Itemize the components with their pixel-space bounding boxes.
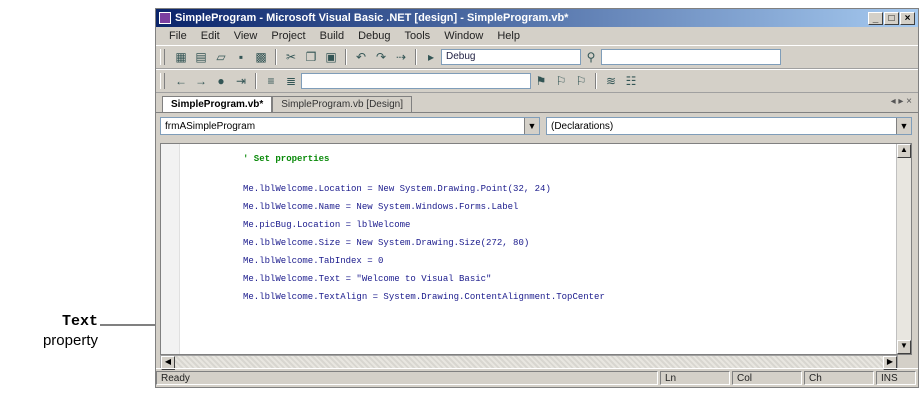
ide-window: SimpleProgram - Microsoft Visual Basic .… — [155, 8, 919, 388]
breakpoint-icon[interactable]: ● — [214, 74, 228, 88]
toolbar-grip[interactable] — [160, 73, 165, 89]
next-bookmark-icon[interactable]: ⚐ — [554, 74, 568, 88]
toolbar-separator — [595, 73, 597, 89]
code-navigation-bar: frmASimpleProgram ▼ (Declarations) ▼ — [156, 113, 918, 139]
class-name-value: frmASimpleProgram — [165, 120, 256, 132]
code-comment: ' Set properties — [243, 154, 330, 164]
document-tabs: SimpleProgram.vb* SimpleProgram.vb [Desi… — [156, 93, 918, 113]
copy-icon[interactable]: ❐ — [304, 50, 318, 64]
comment-icon[interactable]: ≡ — [264, 74, 278, 88]
new-project-icon[interactable]: ▦ — [174, 50, 188, 64]
code-line: Me.picBug.Location = lblWelcome — [243, 220, 411, 230]
properties-icon[interactable]: ☷ — [624, 74, 638, 88]
back-icon[interactable]: ← — [174, 74, 188, 88]
chevron-down-icon[interactable]: ▼ — [524, 118, 539, 134]
status-text: Ready — [156, 371, 658, 385]
text-editor-toolbar: ← → ● ⇥ ≡ ≣ ⚑ ⚐ ⚐ ≋ ☷ — [156, 69, 918, 93]
cut-icon[interactable]: ✂ — [284, 50, 298, 64]
find-icon[interactable]: ⚲ — [584, 50, 598, 64]
code-line: Me.lblWelcome.Location = New System.Draw… — [243, 184, 551, 194]
status-column: Col — [732, 371, 802, 385]
status-char: Ch — [804, 371, 874, 385]
method-name-value: (Declarations) — [551, 120, 614, 132]
menu-edit[interactable]: Edit — [194, 30, 227, 42]
code-line: Me.lblWelcome.Size = New System.Drawing.… — [243, 238, 530, 248]
tab-controls[interactable]: ◂ ▸ × — [891, 96, 912, 107]
menu-project[interactable]: Project — [264, 30, 312, 42]
menu-tools[interactable]: Tools — [398, 30, 438, 42]
maximize-button[interactable]: □ — [884, 11, 899, 25]
code-line: Me.lblWelcome.TabIndex = 0 — [243, 256, 384, 266]
minimize-button[interactable]: _ — [868, 11, 883, 25]
method-name-combo[interactable]: (Declarations) ▼ — [546, 117, 912, 135]
toolbar-separator — [255, 73, 257, 89]
tab-code[interactable]: SimpleProgram.vb* — [162, 96, 273, 112]
undo-icon[interactable]: ↶ — [354, 50, 368, 64]
find-combo[interactable] — [601, 49, 781, 65]
open-icon[interactable]: ▱ — [214, 50, 228, 64]
vertical-scrollbar[interactable]: ▲ ▼ — [896, 144, 911, 354]
solution-config-combo[interactable]: Debug — [441, 49, 581, 65]
code-editor[interactable]: ' Set properties Me.lblWelcome.Location … — [160, 143, 912, 355]
status-line: Ln — [660, 371, 730, 385]
toolbar-separator — [415, 49, 417, 65]
title-bar: SimpleProgram - Microsoft Visual Basic .… — [156, 9, 918, 27]
redo-icon[interactable]: ↷ — [374, 50, 388, 64]
status-bar: Ready Ln Col Ch INS — [156, 368, 918, 387]
format-icon[interactable]: ≋ — [604, 74, 618, 88]
menu-bar: File Edit View Project Build Debug Tools… — [156, 27, 918, 45]
code-line: Me.lblWelcome.Name = New System.Windows.… — [243, 202, 519, 212]
chevron-down-icon[interactable]: ▼ — [896, 118, 911, 134]
navigate-icon[interactable]: ⇢ — [394, 50, 408, 64]
standard-toolbar: ▦ ▤ ▱ ▪ ▩ ✂ ❐ ▣ ↶ ↷ ⇢ ▸ Debug ⚲ — [156, 45, 918, 69]
app-icon — [159, 12, 171, 24]
close-button[interactable]: × — [900, 11, 915, 25]
horizontal-scrollbar[interactable]: ◀ ▶ — [160, 355, 898, 370]
code-area[interactable]: ' Set properties Me.lblWelcome.Location … — [243, 154, 891, 310]
indent-icon[interactable]: ⇥ — [234, 74, 248, 88]
bookmark-icon[interactable]: ⚑ — [534, 74, 548, 88]
menu-file[interactable]: File — [162, 30, 194, 42]
window-title: SimpleProgram - Microsoft Visual Basic .… — [175, 12, 569, 24]
save-all-icon[interactable]: ▩ — [254, 50, 268, 64]
start-icon[interactable]: ▸ — [424, 50, 438, 64]
toolbar-separator — [275, 49, 277, 65]
paste-icon[interactable]: ▣ — [324, 50, 338, 64]
class-name-combo[interactable]: frmASimpleProgram ▼ — [160, 117, 540, 135]
menu-help[interactable]: Help — [490, 30, 527, 42]
editor-toolbar-combo[interactable] — [301, 73, 531, 89]
editor-gutter[interactable] — [161, 144, 180, 354]
code-line: Me.lblWelcome.TextAlign = System.Drawing… — [243, 292, 605, 302]
scroll-down-icon[interactable]: ▼ — [897, 340, 911, 354]
add-item-icon[interactable]: ▤ — [194, 50, 208, 64]
prev-bookmark-icon[interactable]: ⚐ — [574, 74, 588, 88]
menu-build[interactable]: Build — [313, 30, 351, 42]
annotation-plain-label: property — [42, 332, 98, 349]
forward-icon[interactable]: → — [194, 74, 208, 88]
toolbar-grip[interactable] — [160, 49, 165, 65]
menu-debug[interactable]: Debug — [351, 30, 397, 42]
status-insert-mode: INS — [876, 371, 916, 385]
tab-design[interactable]: SimpleProgram.vb [Design] — [272, 96, 412, 112]
toolbar-separator — [345, 49, 347, 65]
text-property-annotation: Text property — [0, 312, 98, 350]
menu-view[interactable]: View — [227, 30, 265, 42]
scroll-up-icon[interactable]: ▲ — [897, 144, 911, 158]
save-icon[interactable]: ▪ — [234, 50, 248, 64]
annotation-code-label: Text — [61, 313, 98, 330]
menu-window[interactable]: Window — [437, 30, 490, 42]
uncomment-icon[interactable]: ≣ — [284, 74, 298, 88]
code-line-text-property: Me.lblWelcome.Text = "Welcome to Visual … — [243, 274, 492, 284]
